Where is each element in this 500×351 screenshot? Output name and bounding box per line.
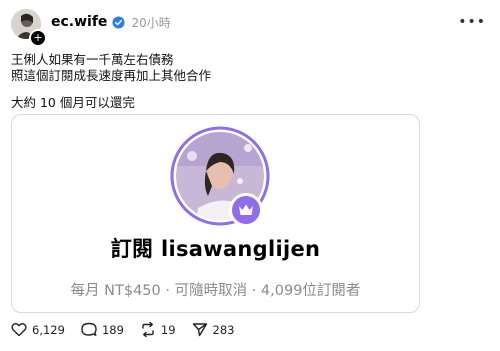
crown-icon	[229, 193, 263, 227]
comment-button[interactable]: 189	[81, 322, 124, 337]
heart-icon	[11, 323, 27, 337]
send-icon	[192, 323, 207, 337]
author-avatar[interactable]: +	[11, 9, 47, 47]
share-button[interactable]: 283	[192, 322, 235, 337]
subscribe-title: 訂閱 lisawanglijen	[110, 237, 321, 261]
comment-icon	[81, 322, 97, 336]
more-icon[interactable]: •••	[458, 14, 486, 30]
comment-count: 189	[101, 322, 124, 337]
post-timestamp[interactable]: 20小時	[131, 14, 170, 31]
like-button[interactable]: 6,129	[11, 322, 65, 337]
post-header: ec.wife 20小時 •••	[51, 12, 486, 32]
follow-plus-icon[interactable]: +	[29, 29, 47, 47]
repost-count: 19	[160, 322, 176, 337]
subscription-card[interactable]: 訂閱 lisawanglijen 每月 NT$450 · 可隨時取消 · 4,0…	[11, 114, 420, 313]
share-count: 283	[212, 322, 235, 337]
subscription-details: 每月 NT$450 · 可隨時取消 · 4,099位訂閱者	[70, 283, 361, 299]
post-text-line: 王俐人如果有一千萬左右債務	[11, 52, 174, 67]
post-text-line: 大約 10 個月可以還完	[11, 95, 135, 110]
post-body: 王俐人如果有一千萬左右債務 照這個訂閱成長速度再加上其他合作 大約 10 個月可…	[11, 52, 211, 111]
post-actions: 6,129 189 19 283	[11, 322, 250, 337]
repost-button[interactable]: 19	[140, 322, 176, 337]
username-link[interactable]: ec.wife	[51, 14, 107, 30]
verified-badge-icon	[112, 15, 125, 29]
like-count: 6,129	[32, 322, 65, 337]
repost-icon	[142, 322, 154, 337]
post-text-line: 照這個訂閱成長速度再加上其他合作	[11, 68, 212, 83]
